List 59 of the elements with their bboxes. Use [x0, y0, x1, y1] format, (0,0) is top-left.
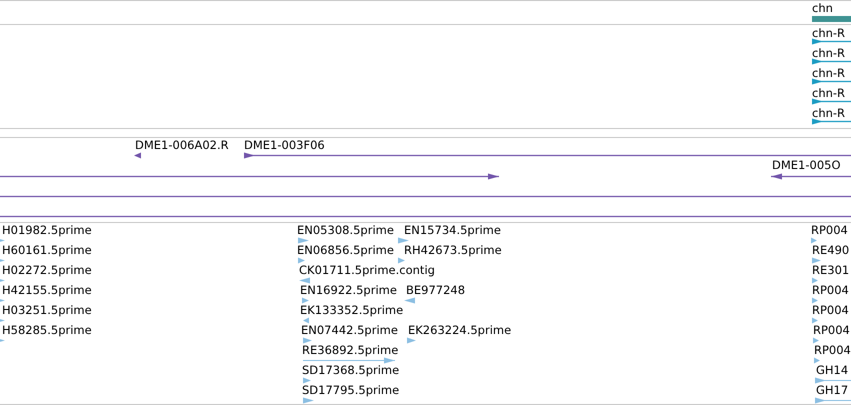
feature-label: H42155.5prime	[2, 284, 92, 297]
feature-label: EN07442.5prime	[301, 324, 398, 337]
feature-label: DME1-003F06	[244, 139, 325, 152]
feature-label: RH42673.5prime	[404, 244, 502, 257]
feature-glyph	[407, 337, 416, 344]
feature-label: EK263224.5prime	[408, 324, 512, 337]
feature-glyph	[302, 297, 309, 304]
feature-label: DME1-005O	[772, 159, 841, 172]
feature-label: H58285.5prime	[2, 324, 92, 337]
feature-label: EK133352.5prime	[300, 304, 404, 317]
feature-glyph	[303, 397, 315, 404]
feature-label: chn-R	[812, 107, 846, 120]
feature-label: RE301	[812, 264, 850, 277]
feature-label: H60161.5prime	[2, 244, 92, 257]
feature-glyph	[812, 257, 821, 264]
feature-glyph	[815, 397, 851, 404]
feature-label: EN05308.5prime	[297, 224, 394, 237]
feature-glyph	[813, 337, 819, 344]
feature-glyph	[303, 317, 309, 324]
feature-label: chn-R	[812, 27, 846, 40]
feature-label: RP004	[812, 304, 849, 317]
feature-label: chn-R	[812, 47, 846, 60]
feature-glyph	[398, 257, 405, 264]
feature-label: H03251.5prime	[2, 304, 92, 317]
feature-label: EN06856.5prime	[297, 244, 394, 257]
feature-glyph	[812, 297, 818, 304]
feature-label: chn	[812, 2, 833, 15]
feature-glyph	[398, 237, 410, 244]
feature-glyph	[812, 317, 818, 324]
feature-label: RP004	[814, 344, 851, 357]
feature-glyph	[811, 237, 817, 244]
feature-label: EN16922.5prime	[300, 284, 397, 297]
feature-glyph	[299, 277, 310, 284]
feature-label: CK01711.5prime.contig	[299, 264, 435, 277]
feature-label: chn-R	[812, 67, 846, 80]
feature-label: RP004	[813, 324, 850, 337]
feature-glyph	[134, 152, 141, 159]
feature-label: H02272.5prime	[2, 264, 92, 277]
feature-glyph	[303, 337, 312, 344]
feature-glyph	[298, 257, 305, 264]
feature-glyph	[404, 297, 416, 304]
feature-glyph	[814, 357, 820, 364]
feature-glyph	[812, 277, 818, 284]
feature-label: RP004	[812, 284, 849, 297]
feature-label: RE490	[812, 244, 850, 257]
feature-label: H01982.5prime	[2, 224, 92, 237]
feature-label: DME1-006A02.R	[135, 139, 229, 152]
feature-label: chn-R	[812, 87, 846, 100]
feature-label: GH14	[816, 364, 848, 377]
feature-glyph	[815, 377, 851, 384]
feature-label: RP004	[811, 224, 848, 237]
feature-glyph	[303, 377, 311, 384]
feature-label: SD17795.5prime	[302, 384, 400, 397]
feature-label: RE36892.5prime	[302, 344, 398, 357]
feature-label: BE977248	[406, 284, 466, 297]
feature-label: SD17368.5prime	[302, 364, 400, 377]
feature-label: EN15734.5prime	[404, 224, 501, 237]
feature-label: GH17	[816, 384, 848, 397]
feature-glyph	[298, 237, 310, 244]
